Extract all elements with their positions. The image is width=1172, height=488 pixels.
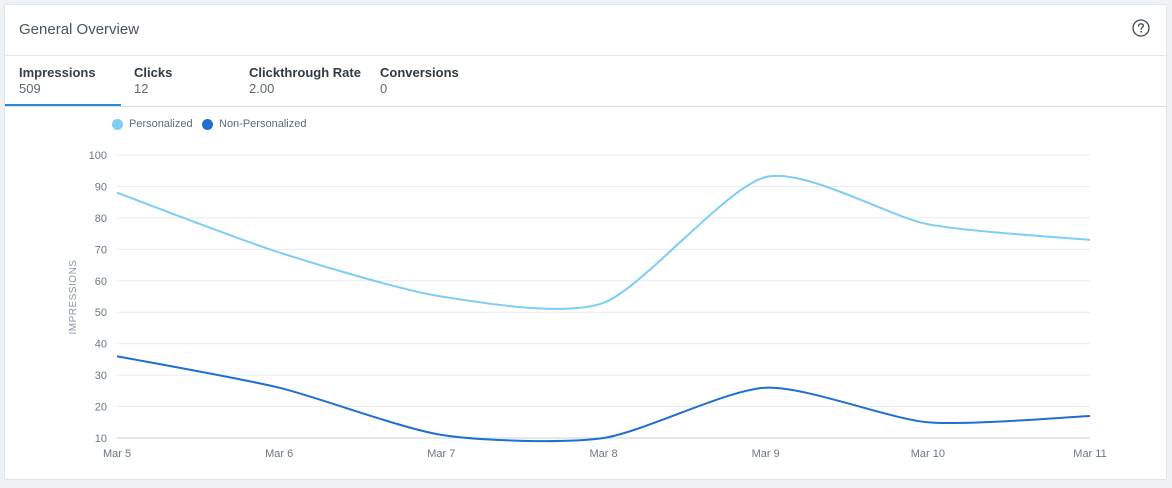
data-point[interactable] [925,419,931,425]
data-point[interactable] [763,174,769,180]
x-tick-label: Mar 7 [427,448,455,460]
data-point[interactable] [601,435,607,441]
line-chart: 102030405060708090100 Mar 5 Mar 6 Mar 7 Mar… [68,150,1107,460]
y-tick-label: 100 [89,150,107,162]
data-point[interactable] [114,190,120,196]
data-point[interactable] [276,385,282,391]
y-tick-label: 70 [95,244,107,256]
y-tick-label: 30 [95,370,107,382]
x-tick-label: Mar 11 [1073,448,1106,460]
y-axis-ticks: 10 20 30 40 50 60 70 80 90 100 [89,150,107,445]
data-point[interactable] [1087,237,1093,243]
y-tick-label: 20 [95,402,107,414]
x-tick-label: Mar 10 [911,448,945,460]
y-tick-label: 80 [95,213,107,225]
y-tick-label: 50 [95,307,107,319]
x-tick-label: Mar 9 [752,448,780,460]
series-line-non-personalized[interactable] [116,355,1091,443]
y-tick-label: 60 [95,276,107,288]
y-axis-title: IMPRESSIONS [68,260,79,335]
data-point[interactable] [438,294,444,300]
x-tick-label: Mar 6 [265,448,293,460]
data-point[interactable] [1087,413,1093,419]
y-tick-label: 90 [95,181,107,193]
y-tick-label: 10 [95,433,107,445]
data-point[interactable] [925,221,931,227]
data-point[interactable] [114,353,120,359]
data-point[interactable] [438,432,444,438]
data-point[interactable] [763,385,769,391]
x-tick-label: Mar 8 [589,448,617,460]
series-line-personalized[interactable] [116,174,1091,310]
x-axis-ticks: Mar 5 Mar 6 Mar 7 Mar 8 Mar 9 Mar 10 Mar 11 [103,448,1107,460]
grid [117,154,1090,439]
x-tick-label: Mar 5 [103,448,131,460]
data-point[interactable] [276,249,282,255]
y-tick-label: 40 [95,339,107,351]
series [114,174,1093,443]
data-point[interactable] [601,300,607,306]
